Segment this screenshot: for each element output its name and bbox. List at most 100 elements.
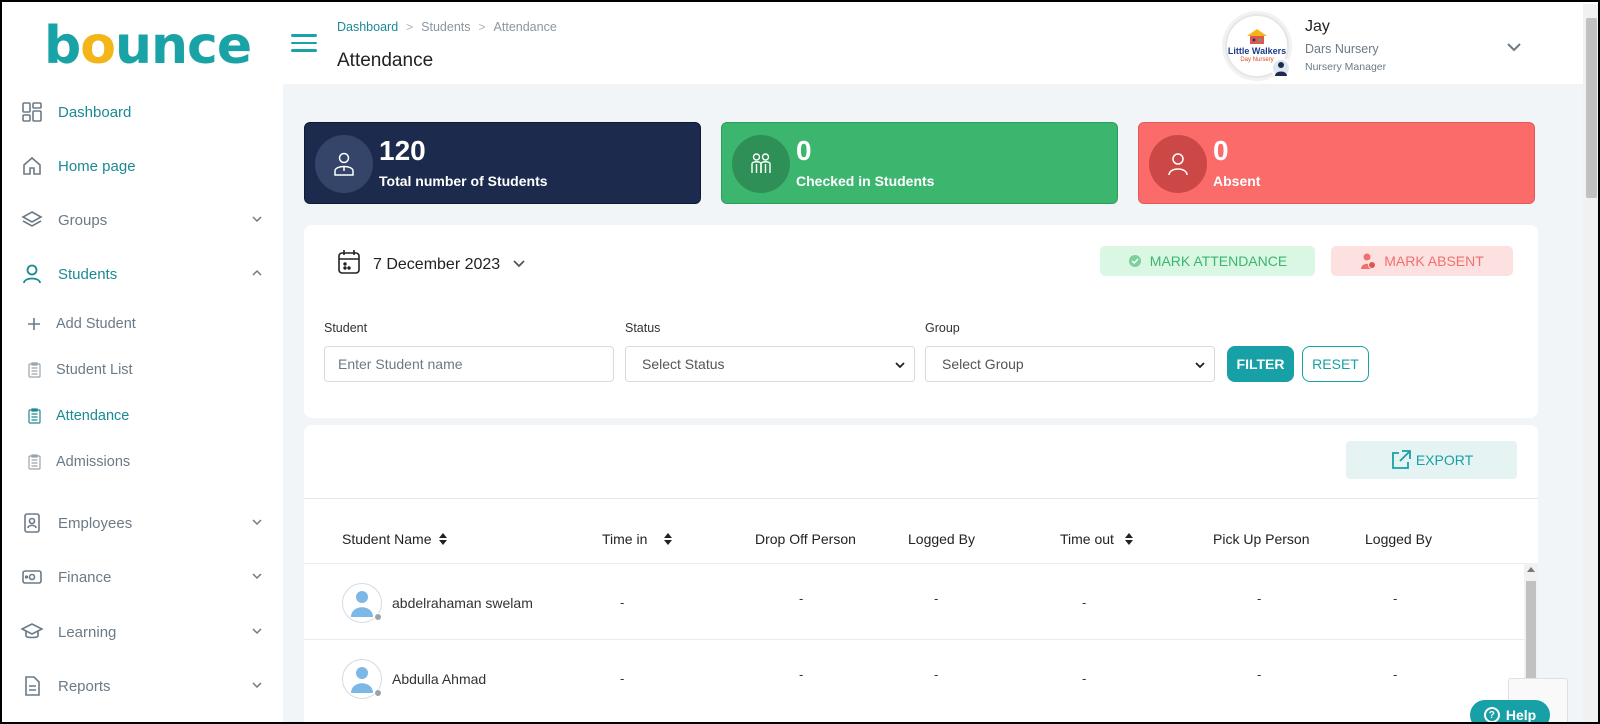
filter-panel: 7 December 2023 MARK ATTENDANCE MARK ABS… xyxy=(304,225,1538,418)
column-header-time-in[interactable]: Time in xyxy=(602,531,673,547)
page-scrollbar-thumb[interactable] xyxy=(1586,18,1597,198)
sidebar-subitem-label: Attendance xyxy=(56,408,130,424)
dashboard-icon xyxy=(20,100,44,124)
student-name[interactable]: Abdulla Ahmad xyxy=(392,671,486,687)
mark-absent-button[interactable]: MARK ABSENT xyxy=(1331,246,1513,276)
column-header-label: Logged By xyxy=(908,531,975,547)
date-selector[interactable]: 7 December 2023 xyxy=(337,249,526,280)
home-icon xyxy=(20,154,44,178)
sidebar-item-dashboard[interactable]: Dashboard xyxy=(20,97,270,127)
column-header-label: Time out xyxy=(1060,531,1114,547)
cell-logged-by-in: - xyxy=(934,591,939,606)
student-name-input[interactable]: Enter Student name xyxy=(324,346,614,382)
breadcrumb-students[interactable]: Students xyxy=(421,20,470,34)
sidebar-item-finance[interactable]: Finance xyxy=(20,562,270,592)
mark-attendance-label: MARK ATTENDANCE xyxy=(1149,253,1288,269)
stat-caption: Absent xyxy=(1213,173,1261,189)
sidebar-item-learning[interactable]: Learning xyxy=(20,617,270,647)
sidebar-subitem-add-student[interactable]: Add Student xyxy=(26,312,266,336)
bounce-logo[interactable]: bounce xyxy=(44,16,252,76)
cell-pick-up-person: - xyxy=(1257,591,1262,606)
status-select[interactable]: Select Status xyxy=(625,346,915,382)
chevron-down-icon xyxy=(512,256,526,274)
filter-button[interactable]: FILTER xyxy=(1227,346,1294,382)
chevron-down-icon xyxy=(894,358,906,374)
sidebar-item-label: Home page xyxy=(58,157,136,175)
column-header-pick-up-person: Pick Up Person xyxy=(1213,531,1309,547)
stat-caption: Checked in Students xyxy=(796,173,935,189)
stat-checked-in: 0 Checked in Students xyxy=(721,122,1118,204)
stat-value: 120 xyxy=(379,135,426,166)
sidebar-item-groups[interactable]: Groups xyxy=(20,205,270,235)
main-content: 120 Total number of Students 0 Checked i… xyxy=(283,84,1583,722)
group-select[interactable]: Select Group xyxy=(925,346,1215,382)
sort-icon[interactable] xyxy=(663,532,673,546)
document-icon xyxy=(20,674,44,698)
table-row[interactable]: Abdulla Ahmad - - - - - - xyxy=(304,639,1524,715)
clipboard-icon xyxy=(26,361,42,379)
sort-icon[interactable] xyxy=(1124,532,1134,546)
column-header-label: Pick Up Person xyxy=(1213,531,1310,547)
column-header-student-name[interactable]: Student Name xyxy=(342,531,448,547)
chevron-up-icon xyxy=(250,266,264,285)
student-name[interactable]: abdelrahaman swelam xyxy=(392,595,533,611)
nursery-logo-title: Little Walkers xyxy=(1227,46,1287,56)
cell-time-out: - xyxy=(1082,595,1087,610)
cell-pick-up-person: - xyxy=(1257,667,1262,682)
status-dot xyxy=(374,613,382,621)
page-scrollbar[interactable] xyxy=(1583,4,1598,722)
status-dot xyxy=(374,689,382,697)
sidebar-item-label: Reports xyxy=(58,677,111,695)
sidebar-item-reports[interactable]: Reports xyxy=(20,671,270,701)
column-header-label: Drop Off Person xyxy=(755,531,856,547)
stat-caption: Total number of Students xyxy=(379,173,548,189)
cell-logged-by-out: - xyxy=(1393,591,1398,606)
group-select-value: Select Group xyxy=(942,356,1024,372)
cell-drop-off-person: - xyxy=(799,591,804,606)
sidebar-item-employees[interactable]: Employees xyxy=(20,508,270,538)
cell-logged-by-out: - xyxy=(1393,667,1398,682)
sidebar-item-home-page[interactable]: Home page xyxy=(20,151,270,181)
reset-button[interactable]: RESET xyxy=(1302,346,1369,382)
chevron-down-icon[interactable] xyxy=(1506,40,1522,58)
column-header-time-out[interactable]: Time out xyxy=(1060,531,1134,547)
app-window: bounce Dashboard Home page Groups Studen… xyxy=(0,0,1600,724)
clipboard-icon xyxy=(26,453,42,471)
mark-attendance-button[interactable]: MARK ATTENDANCE xyxy=(1100,246,1315,276)
user-name: Jay xyxy=(1305,18,1330,35)
column-header-label: Student Name xyxy=(342,531,432,547)
help-button[interactable]: ? Help xyxy=(1470,700,1550,722)
sidebar-subitem-student-list[interactable]: Student List xyxy=(26,358,266,382)
students-icon xyxy=(732,135,790,193)
chevron-down-icon xyxy=(250,569,264,588)
sort-icon[interactable] xyxy=(438,532,448,546)
chevron-down-icon xyxy=(250,624,264,643)
menu-toggle-icon[interactable] xyxy=(291,34,317,54)
column-header-label: Logged By xyxy=(1365,531,1432,547)
check-circle-icon xyxy=(1128,254,1142,268)
user-role: Nursery Manager xyxy=(1305,61,1387,73)
student-name-placeholder: Enter Student name xyxy=(338,356,463,372)
stat-total-students: 120 Total number of Students xyxy=(304,122,701,204)
chevron-down-icon xyxy=(250,678,264,697)
sidebar-subitem-attendance[interactable]: Attendance xyxy=(26,404,266,428)
breadcrumb-dashboard[interactable]: Dashboard xyxy=(337,20,398,34)
export-button[interactable]: EXPORT xyxy=(1346,441,1517,479)
nursery-logo-subtitle: Day Nursery xyxy=(1240,57,1274,63)
stat-value: 0 xyxy=(1213,135,1229,166)
sidebar: bounce Dashboard Home page Groups Studen… xyxy=(4,4,283,722)
chevron-down-icon xyxy=(250,515,264,534)
calendar-icon xyxy=(337,249,361,280)
stat-value: 0 xyxy=(796,135,812,166)
layers-icon xyxy=(20,208,44,232)
sidebar-subitem-label: Admissions xyxy=(56,454,131,470)
external-link-icon xyxy=(1390,449,1412,471)
scroll-up-icon[interactable] xyxy=(1527,567,1535,572)
user-org: Dars Nursery xyxy=(1305,42,1379,56)
avatar xyxy=(1271,58,1291,78)
sidebar-item-students[interactable]: Students xyxy=(20,259,270,289)
user-remove-icon xyxy=(1360,252,1377,270)
sidebar-subitem-admissions[interactable]: Admissions xyxy=(26,450,266,474)
sidebar-item-label: Dashboard xyxy=(58,103,132,121)
table-row[interactable]: abdelrahaman swelam - - - - - - xyxy=(304,563,1524,639)
